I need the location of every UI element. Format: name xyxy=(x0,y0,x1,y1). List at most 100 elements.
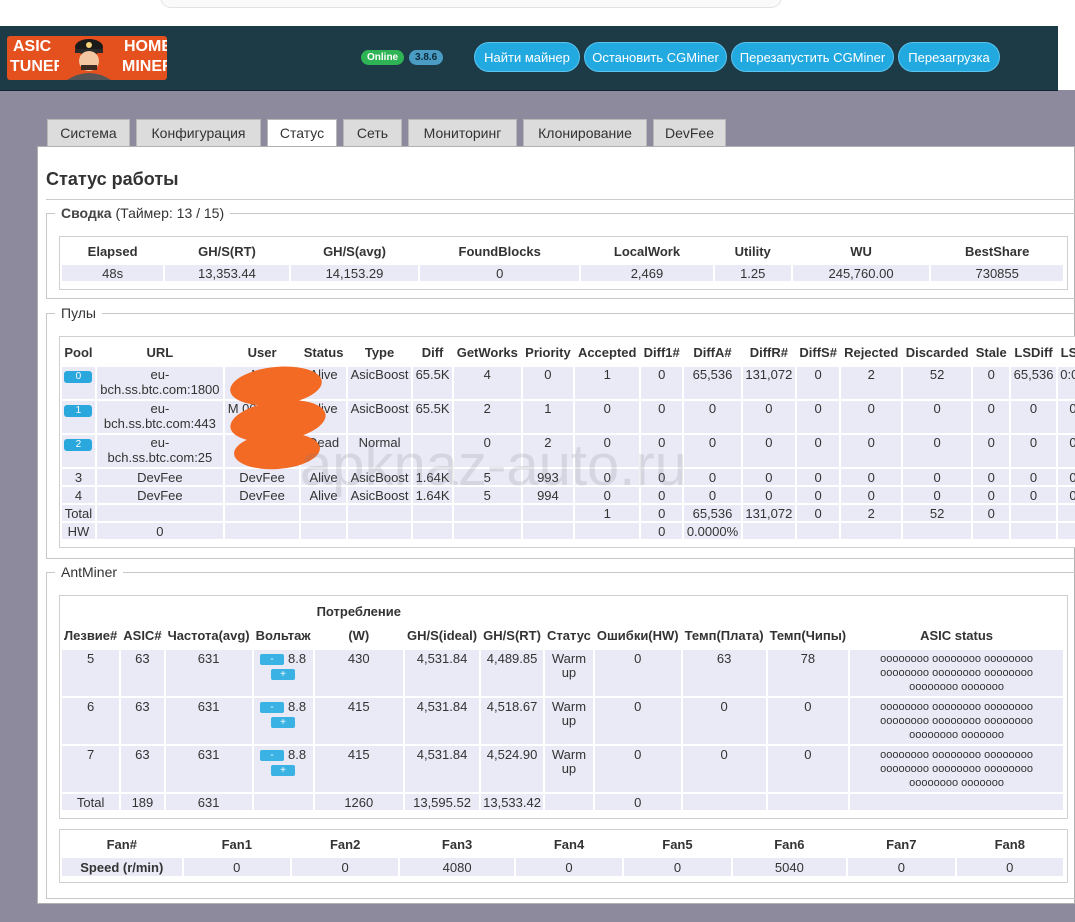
antminer-header: Темп(Плата) xyxy=(684,628,764,643)
pool-number-badge[interactable]: 2 xyxy=(64,439,93,451)
tab-monitoring[interactable]: Мониторинг xyxy=(408,119,517,146)
pool-header-type: Type xyxy=(364,344,395,360)
antminer-cell-chain: 5 xyxy=(62,650,120,696)
antminer-cell-chain: 7 xyxy=(62,746,120,792)
pool-cell-getworks xyxy=(453,505,521,521)
fan-header: Fan2 xyxy=(329,836,361,852)
pool-cell-diffs-num: 0 xyxy=(796,401,840,433)
tab-network[interactable]: Сеть xyxy=(343,119,402,146)
pool-cell-discarded: 0 xyxy=(902,401,972,433)
summary-legend: Сводка (Таймер: 13 / 15) xyxy=(55,205,231,221)
fan-speed-value: 0 xyxy=(848,858,955,876)
pool-cell-lst: 0 xyxy=(1057,435,1075,467)
antminer-total-tchip xyxy=(767,794,849,810)
pool-header-getworks: GetWorks xyxy=(456,344,518,360)
pool-cell-type xyxy=(347,505,412,521)
fans-table: Fan# Fan1 Fan2 Fan3 Fan4 Fan5 Fan6 Fan7 Fan8 Spe… xyxy=(60,830,1065,878)
antminer-cell-status: Warm up xyxy=(545,698,593,744)
tab-system[interactable]: Система xyxy=(47,119,130,146)
pool-cell-rejected: 0 xyxy=(841,469,901,485)
antminer-header: GH/S(ideal) xyxy=(407,628,478,643)
summary-value-localwork: 2,469 xyxy=(581,265,713,281)
pool-cell-diff1-num: 0 xyxy=(641,367,683,399)
tab-devfee[interactable]: DevFee xyxy=(653,119,726,146)
restart-cgminer-button[interactable]: Перезапустить CGMiner xyxy=(731,42,894,72)
voltage-decrease-button[interactable]: - xyxy=(260,702,285,714)
reboot-button[interactable]: Перезагрузка xyxy=(898,42,1000,72)
pool-header-lst: LST xyxy=(1060,344,1075,360)
pool-cell-lsdiff: 0 xyxy=(1011,401,1056,433)
voltage-increase-button[interactable]: + xyxy=(271,765,296,777)
pool-cell-status xyxy=(301,523,346,539)
pool-cell-diffa-num: 0 xyxy=(684,435,741,467)
pool-cell-diffr-num: 131,072 xyxy=(742,367,795,399)
antminer-cell-power: 415 xyxy=(314,698,403,744)
version-badge: 3.8.6 xyxy=(409,50,444,65)
pool-cell-diffa-num: 65,536 xyxy=(684,367,741,399)
pool-cell-pool: Total xyxy=(62,505,95,521)
antminer-cell-volt: -8.8 + xyxy=(253,698,313,744)
antminer-total-volt xyxy=(253,794,313,810)
fan-speed-value: 5040 xyxy=(732,858,847,876)
antminer-cell-freq: 631 xyxy=(165,746,252,792)
pool-header-accepted: Accepted xyxy=(577,344,637,360)
antminer-cell-status: Warm up xyxy=(545,746,593,792)
voltage-increase-button[interactable]: + xyxy=(271,669,296,681)
antminer-cell-asic: 63 xyxy=(121,746,164,792)
pool-cell-url: DevFee xyxy=(96,469,223,485)
pool-cell-accepted: 1 xyxy=(575,505,640,521)
summary-value-wu: 245,760.00 xyxy=(792,265,930,281)
pool-number-badge[interactable]: 0 xyxy=(64,371,93,383)
voltage-decrease-button[interactable]: - xyxy=(260,750,285,762)
antminer-cell-volt: -8.8 + xyxy=(253,746,313,792)
antminer-chain-row: 6 63 631-8.8 +415 4,531.84 4,518.67 Warm up 0 0 0… xyxy=(62,698,1063,744)
header-edge xyxy=(1058,26,1075,90)
pool-cell-diffr-num: 0 xyxy=(742,401,795,433)
pool-cell-stale: 0 xyxy=(973,469,1010,485)
pool-cell-diff xyxy=(413,505,452,521)
fan-speed-value: 0 xyxy=(624,858,731,876)
antminer-table: Лезвие# ASIC# Частота(avg) Вольтаж Потреблен… xyxy=(60,596,1065,812)
fan-header: Fan3 xyxy=(441,836,473,852)
pool-cell-diffr-num: 131,072 xyxy=(742,505,795,521)
logo-text-asic: ASIC xyxy=(13,38,52,55)
voltage-increase-button[interactable]: + xyxy=(271,717,296,729)
antminer-header: Вольтаж xyxy=(255,628,311,643)
tab-cloning[interactable]: Клонирование xyxy=(523,119,647,146)
pool-header-url: URL xyxy=(146,344,174,360)
pool-cell-rejected: 2 xyxy=(841,505,901,521)
fan-speed-value: 0 xyxy=(515,858,623,876)
pool-cell-diff xyxy=(413,523,452,539)
voltage-decrease-button[interactable]: - xyxy=(260,654,285,666)
summary-value-gh/s(rt): 13,353.44 xyxy=(165,265,289,281)
pool-cell-stale: 0 xyxy=(973,435,1010,467)
pool-cell-stale xyxy=(973,523,1010,539)
pool-cell-lst xyxy=(1057,523,1075,539)
browser-top-strip xyxy=(0,0,1075,26)
pool-cell-diffr-num xyxy=(742,523,795,539)
antminer-total-hw: 0 xyxy=(594,794,681,810)
voltage-value: 8.8 xyxy=(288,651,307,666)
tab-configuration[interactable]: Конфигурация xyxy=(136,119,261,146)
antminer-total-asic_status xyxy=(850,794,1063,810)
summary-header-bestshare: BestShare xyxy=(965,243,1030,259)
pool-cell-stale: 0 xyxy=(973,487,1010,503)
antminer-cell-power: 430 xyxy=(314,650,403,696)
pool-number-badge[interactable]: 1 xyxy=(64,405,93,417)
antminer-cell-asic_status: oooooooo oooooooo oooooooo oooooooo oooo… xyxy=(850,650,1063,696)
pool-cell-diffs-num: 0 xyxy=(796,435,840,467)
find-miner-button[interactable]: Найти майнер xyxy=(474,42,580,72)
antminer-header: Темп(Чипы) xyxy=(769,628,847,643)
fan-header: Fan# xyxy=(106,836,137,852)
antminer-total-tboard xyxy=(682,794,766,810)
antminer-cell-asic: 63 xyxy=(121,650,164,696)
pool-cell-diffa-num: 0 xyxy=(684,401,741,433)
stop-cgminer-button[interactable]: Остановить CGMiner xyxy=(584,42,727,72)
pool-cell-stale: 0 xyxy=(973,367,1010,399)
pool-cell-diffa-num: 65,536 xyxy=(684,505,741,521)
pool-cell-discarded xyxy=(902,523,972,539)
pool-cell-lsdiff: 65,536 xyxy=(1011,367,1056,399)
tab-status[interactable]: Статус xyxy=(267,119,337,148)
logo-text-tuner: TUNER xyxy=(10,58,66,75)
page-title: Статус работы xyxy=(46,169,179,189)
